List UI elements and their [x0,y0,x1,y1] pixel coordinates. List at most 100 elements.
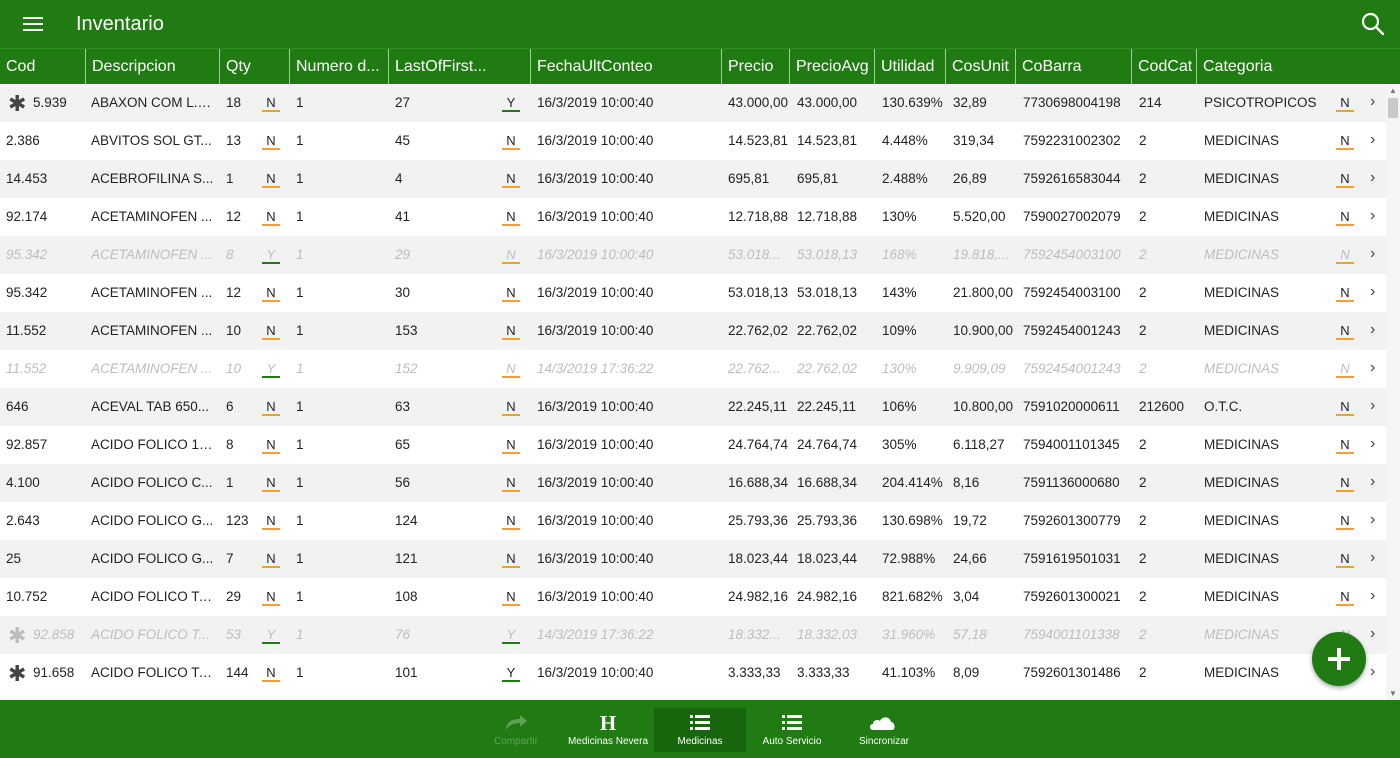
column-header-categoria[interactable]: Categoria [1196,49,1386,85]
cell-cod: 11.552 [6,323,47,338]
table-row[interactable]: 95.342 ACETAMINOFEN ... 12 N 1 30 N 16/3/2019 1… [0,274,1386,312]
chevron-right-icon[interactable]: › [1370,426,1375,462]
table-row[interactable]: 92.857 ACIDO FOLICO 10... 8 N 1 65 N 16/3/2019 … [0,426,1386,464]
cell-cosunit: 10.900,00 [953,323,1014,338]
nav-sincronizar[interactable]: Sincronizar [838,708,930,752]
column-header-codcat[interactable]: CodCat [1131,49,1196,85]
table-row[interactable]: 10.752 ACIDO FOLICO TA... 29 N 1 108 N 16/3/201… [0,578,1386,616]
chevron-right-icon[interactable]: › [1370,122,1375,158]
table-row[interactable]: 95.342 ACETAMINOFEN ... 8 Y 1 29 N 16/3/2019 10… [0,236,1386,274]
nav-medicinas-nevera[interactable]: H Medicinas Nevera [562,708,654,752]
column-header-utilidad[interactable]: Utilidad [874,49,945,85]
column-header-numero[interactable]: Numero d... [289,49,388,85]
cell-cobarra: 7592454001243 [1023,361,1121,376]
chevron-right-icon[interactable]: › [1370,388,1375,424]
chevron-right-icon[interactable]: › [1370,274,1375,310]
column-header-lastoffirst[interactable]: LastOfFirst... [388,49,530,85]
nav-compartir[interactable]: Compartir [470,708,562,752]
add-item-button[interactable] [1312,632,1366,686]
table-row[interactable]: ✱ 92.858 ACIDO FOLICO T... 53 Y 1 76 Y 14/3/2019… [0,616,1386,654]
column-header-cod[interactable]: Cod [0,49,85,85]
column-header-precioavg[interactable]: PrecioAvg [789,49,874,85]
cell-qty: 1 [226,475,234,490]
flag-f2: N [502,551,520,568]
flag-f1: N [262,589,280,606]
table-row[interactable]: 92.174 ACETAMINOFEN ... 12 N 1 41 N 16/3/2019 1… [0,198,1386,236]
column-header-qty[interactable]: Qty [219,49,289,85]
cell-codcat: 2 [1139,209,1147,224]
cell-qty: 6 [226,399,234,414]
cell-precioavg: 22.762,02 [797,361,858,376]
cell-precio: 22.762,02 [728,323,789,338]
cell-qty: 123 [226,513,249,528]
chevron-right-icon[interactable]: › [1370,312,1375,348]
table-row[interactable]: 4.100 ACIDO FOLICO C... 1 N 1 56 N 16/3/2019 10… [0,464,1386,502]
flag-f3: N [1336,171,1354,188]
table-row[interactable]: 11.552 ACETAMINOFEN ... 10 N 1 153 N 16/3/2019 … [0,312,1386,350]
cell-categoria: PSICOTROPICOS [1204,95,1317,110]
cell-utilidad: 2.488% [882,171,928,186]
table-row[interactable]: 11.552 ACETAMINOFEN ... 10 Y 1 152 N 14/3/2019 … [0,350,1386,388]
scroll-down-icon[interactable]: ▼ [1389,689,1397,698]
column-header-fechaultconteo[interactable]: FechaUltConteo [530,49,721,85]
cell-cod: 646 [6,399,29,414]
table-row[interactable]: 25 ACIDO FOLICO G... 7 N 1 121 N 16/3/2019 10:0… [0,540,1386,578]
scrollbar[interactable]: ▲ ▼ [1386,84,1400,700]
cell-precio: 16.688,34 [728,475,789,490]
cell-fecha: 16/3/2019 10:00:40 [537,95,654,110]
cell-numero: 1 [296,665,304,680]
chevron-right-icon[interactable]: › [1370,540,1375,576]
chevron-right-icon[interactable]: › [1370,616,1375,652]
chevron-right-icon[interactable]: › [1370,464,1375,500]
cell-cobarra: 7591136000680 [1023,475,1120,490]
column-header-cobarra[interactable]: CoBarra [1015,49,1131,85]
cell-cosunit: 57,18 [953,627,987,642]
chevron-right-icon[interactable]: › [1370,198,1375,234]
chevron-right-icon[interactable]: › [1370,84,1375,120]
chevron-right-icon[interactable]: › [1370,350,1375,386]
asterisk-icon: ✱ [8,91,27,116]
cell-categoria: MEDICINAS [1204,285,1280,300]
search-button[interactable] [1360,11,1386,37]
cell-descripcion: ACETAMINOFEN ... [91,361,213,376]
cell-utilidad: 168% [882,247,917,262]
column-header-cosunit[interactable]: CosUnit [945,49,1015,85]
chevron-right-icon[interactable]: › [1370,502,1375,538]
table-row[interactable]: 2.386 ABVITOS SOL GT... 13 N 1 45 N 16/3/2019 1… [0,122,1386,160]
cell-cosunit: 10.800,00 [953,399,1014,414]
chevron-right-icon[interactable]: › [1370,160,1375,196]
cell-cobarra: 7592454003100 [1023,285,1121,300]
cell-numero: 1 [296,551,304,566]
cell-lastoffirst: 45 [395,133,411,148]
cell-utilidad: 72.988% [882,551,936,566]
table-row[interactable]: ✱ 91.658 ACIDO FOLICO TA... 144 N 1 101 Y 16/3/2… [0,654,1386,692]
chevron-right-icon[interactable]: › [1370,654,1375,690]
cell-numero: 1 [296,475,304,490]
flag-f1: N [262,285,280,302]
nav-auto-servicio[interactable]: Auto Servicio [746,708,838,752]
cell-cobarra: 7592454003100 [1023,247,1121,262]
scroll-up-icon[interactable]: ▲ [1389,86,1397,95]
column-header-descripcion[interactable]: Descripcion [85,49,219,85]
nav-medicinas[interactable]: Medicinas [654,708,746,752]
scroll-thumb[interactable] [1388,98,1398,118]
table-row[interactable]: 14.453 ACEBROFILINA S... 1 N 1 4 N 16/3/2019 10… [0,160,1386,198]
cell-qty: 10 [226,323,242,338]
cell-qty: 13 [226,133,242,148]
cloud-icon [870,717,895,730]
table-row[interactable]: 646 ACEVAL TAB 650... 6 N 1 63 N 16/3/2019 10:0… [0,388,1386,426]
menu-button[interactable] [0,0,66,48]
chevron-right-icon[interactable]: › [1370,236,1375,272]
chevron-right-icon[interactable]: › [1370,578,1375,614]
cell-fecha: 16/3/2019 10:00:40 [537,247,654,262]
table-row[interactable]: ✱ 5.939 ABAXON COM L.P... 18 N 1 27 Y 16/3/2019 … [0,84,1386,122]
cell-precioavg: 24.982,16 [797,589,858,604]
flag-f2: N [502,247,520,264]
cell-cobarra: 7592601301486 [1023,665,1121,680]
cell-lastoffirst: 65 [395,437,411,452]
cell-cod: 11.552 [6,361,47,376]
column-header-precio[interactable]: Precio [721,49,789,85]
table-row[interactable]: 2.643 ACIDO FOLICO G... 123 N 1 124 N 16/3/2019… [0,502,1386,540]
cell-cosunit: 19.818,... [953,247,1010,262]
cell-lastoffirst: 121 [395,551,418,566]
